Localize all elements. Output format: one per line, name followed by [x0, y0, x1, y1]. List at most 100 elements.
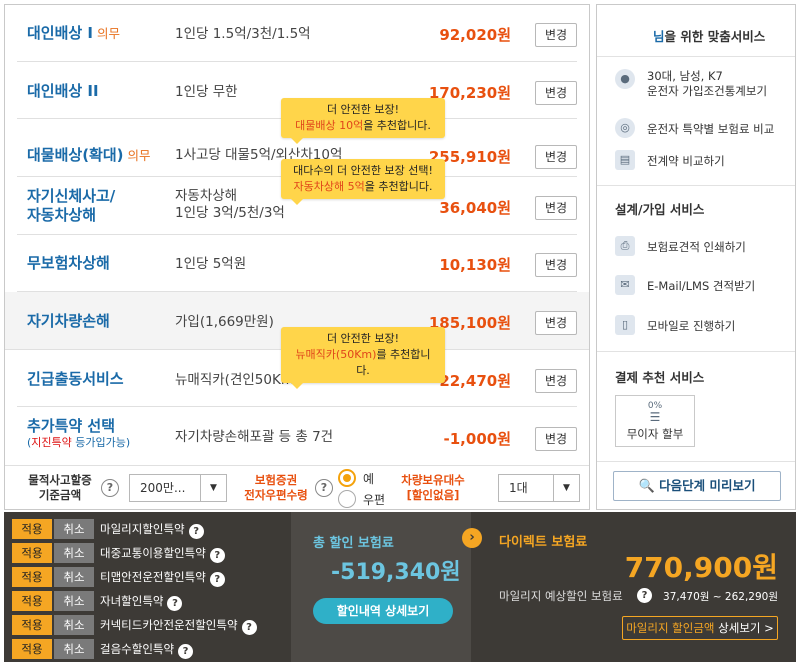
property-limit-select[interactable]: 200만... ▼: [129, 474, 227, 502]
coverage-name: 무보험차상해: [27, 254, 110, 272]
recommend-tooltip: 대다수의 더 안전한 보장 선택! 자동차상해 5억을 추천합니다.: [281, 159, 445, 205]
chevron-down-icon: ▼: [553, 475, 579, 501]
change-button[interactable]: 변경: [535, 23, 577, 47]
change-button[interactable]: 변경: [535, 145, 577, 169]
mobile-continue-link[interactable]: ▯ 모바일로 진행하기: [615, 315, 785, 337]
discount-name: 티맵안전운전할인특약: [100, 570, 206, 584]
discount-detail-button[interactable]: 할인내역 상세보기: [313, 598, 453, 624]
discount-name: 자녀할인특약: [100, 594, 164, 608]
discount-name: 대중교통이용할인특약: [100, 546, 206, 560]
change-button[interactable]: 변경: [535, 253, 577, 277]
help-icon[interactable]: ?: [188, 524, 204, 539]
coverage-title: 대인배상 I: [27, 24, 94, 42]
change-button[interactable]: 변경: [535, 311, 577, 335]
discount-name: 마일리지할인특약: [100, 522, 185, 536]
divider: [597, 185, 795, 186]
cancel-button[interactable]: 취소: [54, 543, 94, 563]
coverage-title: 대물배상(확대): [27, 146, 124, 164]
change-button[interactable]: 변경: [535, 369, 577, 393]
discount-name: 커넥티드카안전운전할인특약: [100, 618, 238, 632]
help-icon[interactable]: ?: [209, 548, 225, 563]
cancel-button[interactable]: 취소: [54, 567, 94, 587]
discount-bar: 적용 취소 마일리지할인특약? 적용 취소 대중교통이용할인특약? 적용 취소 …: [4, 512, 796, 662]
cancel-button[interactable]: 취소: [54, 519, 94, 539]
cancel-button[interactable]: 취소: [54, 639, 94, 659]
coverage-price: 36,040원: [439, 199, 511, 217]
help-icon[interactable]: ?: [178, 644, 194, 659]
apply-button[interactable]: 적용: [12, 639, 52, 659]
coverage-panel: 대인배상 I 의무 1인당 1.5억/3천/1.5억 92,020원 변경 대인배…: [4, 4, 590, 510]
total-discount-label: 총 할인 보험료: [313, 536, 394, 551]
apply-button[interactable]: 적용: [12, 591, 52, 611]
radio-email[interactable]: [338, 469, 356, 487]
vehicles-select[interactable]: 1대 ▼: [498, 474, 580, 502]
change-button[interactable]: 변경: [535, 427, 577, 451]
change-button[interactable]: 변경: [535, 196, 577, 220]
mileage-label: 마일리지 예상할인 보험료: [499, 589, 623, 603]
apply-button[interactable]: 적용: [12, 519, 52, 539]
service-header: 님을 위한 맞춤서비스: [653, 29, 766, 44]
e-policy-label: 보험증권 전자우편수령: [244, 473, 308, 502]
chat-icon: ▤: [615, 150, 635, 170]
compare-all-link[interactable]: ▤ 전계약 비교하기: [615, 150, 785, 172]
payment-section-title: 결제 추천 서비스: [615, 370, 705, 385]
cancel-button[interactable]: 취소: [54, 615, 94, 635]
help-icon[interactable]: ?: [241, 620, 257, 635]
mileage-detail-button[interactable]: 마일리지 할인금액 상세보기 >: [622, 616, 778, 640]
total-discount-value: -519,340원: [331, 560, 461, 585]
apply-button[interactable]: 적용: [12, 615, 52, 635]
discount-name: 걸음수할인특약: [100, 642, 175, 656]
coverage-name: 대인배상 II: [27, 82, 99, 100]
profile-stats-link[interactable]: ● 30대, 남성, K7 운전자 가입조건통계보기: [615, 67, 785, 101]
coverage-row-bodily-injury-1: 대인배상 I 의무 1인당 1.5억/3천/1.5억 92,020원 변경: [17, 5, 577, 62]
coverage-name: 대인배상 I 의무: [27, 24, 120, 43]
radio-post-label: 우편: [363, 493, 386, 507]
coins-icon: 0% ☰: [647, 401, 663, 424]
coverage-price: 92,020원: [439, 26, 511, 44]
final-premium-box: › 다이렉트 보험료 770,900원 마일리지 예상할인 보험료 ? 37,4…: [462, 512, 796, 662]
coverage-limit: 자기차량손해포괄 등 총 7건: [175, 429, 334, 445]
cancel-button[interactable]: 취소: [54, 591, 94, 611]
coverage-row-uninsured: 무보험차상해 1인당 5억원 10,130원 변경: [17, 235, 577, 292]
search-icon: 🔍: [638, 479, 655, 494]
mobile-icon: ▯: [615, 315, 635, 335]
coverage-title-line: 자동차상해: [27, 206, 97, 224]
no-interest-button[interactable]: 0% ☰ 무이자 할부: [615, 395, 695, 447]
compare-premium-link[interactable]: ◎ 운전자 특약별 보험료 비교: [615, 118, 785, 140]
radio-post[interactable]: [338, 490, 356, 508]
apply-button[interactable]: 적용: [12, 567, 52, 587]
preview-next-step-button[interactable]: 🔍 다음단계 미리보기: [613, 471, 781, 501]
change-button[interactable]: 변경: [535, 81, 577, 105]
design-section-title: 설계/가입 서비스: [615, 202, 705, 217]
radio-email-label: 예: [363, 472, 375, 486]
required-tag: 의무: [97, 26, 121, 41]
divider: [597, 461, 795, 462]
chevron-down-icon: ▼: [200, 475, 226, 501]
help-icon[interactable]: ?: [315, 479, 333, 497]
coverage-name: 자기차량손해: [27, 312, 110, 330]
help-icon[interactable]: ?: [209, 572, 225, 587]
total-discount-box: 총 할인 보험료 -519,340원 할인내역 상세보기: [291, 512, 471, 662]
direct-premium-label: 다이렉트 보험료: [499, 535, 588, 550]
email-quote-link[interactable]: ✉ E-Mail/LMS 견적받기: [615, 275, 785, 297]
apply-button[interactable]: 적용: [12, 543, 52, 563]
coverage-limit-line: 1인당 3억/5천/3억: [175, 205, 285, 221]
coverage-limit: 가입(1,669만원): [175, 314, 274, 330]
coverage-row-additional: 추가특약 선택 (지진특약 등가입가능) 자기차량손해포괄 등 총 7건 -1,…: [17, 407, 577, 465]
mail-icon: ✉: [615, 275, 635, 295]
earthquake-option: 지진특약: [31, 436, 72, 449]
help-icon[interactable]: ?: [101, 479, 119, 497]
printer-icon: ⎙: [615, 236, 635, 256]
print-quote-link[interactable]: ⎙ 보험료견적 인쇄하기: [615, 236, 785, 258]
options-bar: 물적사고할증 기준금액 ? 200만... ▼ 보험증권 전자우편수령 ? 예 …: [5, 465, 589, 509]
coverage-subnote: (지진특약 등가입가능): [27, 436, 131, 449]
help-icon[interactable]: ?: [167, 596, 183, 611]
coverage-limit: 1인당 1.5억/3천/1.5억: [175, 26, 311, 42]
coverage-title-line: 자기신체사고/: [27, 187, 116, 205]
coverage-price: 22,470원: [439, 372, 511, 390]
user-icon: ●: [615, 69, 635, 89]
divider: [597, 351, 795, 352]
coverage-price: 10,130원: [439, 256, 511, 274]
property-limit-label: 물적사고할증 기준금액: [28, 473, 92, 502]
help-icon[interactable]: ?: [637, 588, 652, 603]
